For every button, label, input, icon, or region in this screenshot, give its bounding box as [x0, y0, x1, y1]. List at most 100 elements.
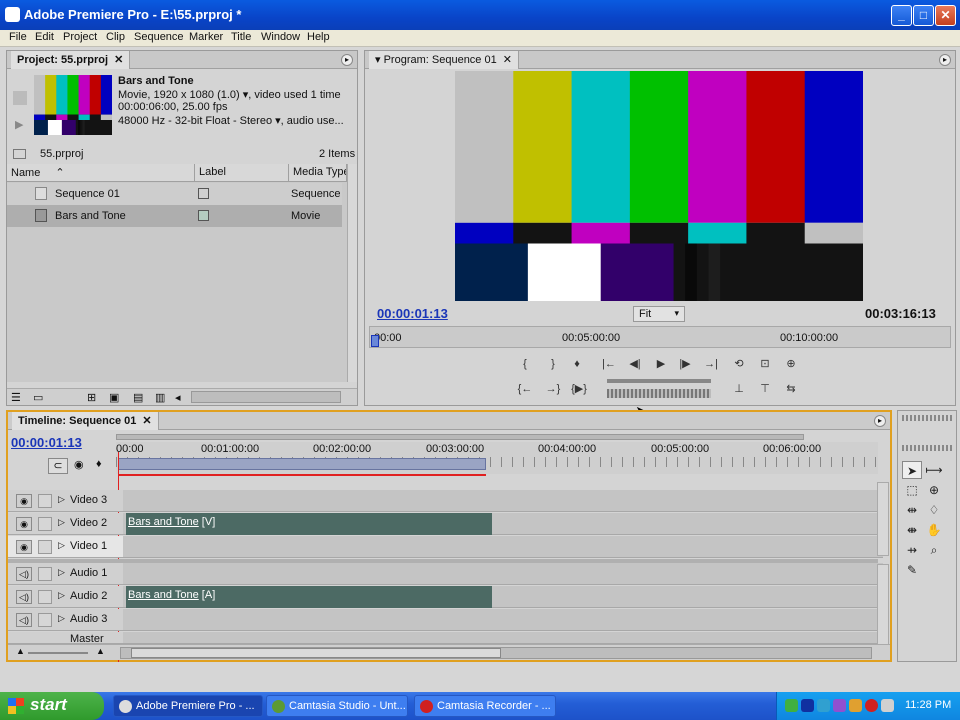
panel-menu-icon[interactable]: ▸ [939, 54, 951, 66]
snap-icon[interactable]: ⊂ [48, 458, 68, 474]
track-header-video3[interactable]: ◉ ▷ Video 3 [8, 490, 123, 512]
video-clip[interactable]: Bars and Tone [V] [126, 513, 492, 535]
maximize-button[interactable]: □ [913, 5, 934, 26]
tray-icon-speaker[interactable] [817, 699, 830, 712]
zoom-in-icon[interactable]: ▲ [96, 646, 105, 656]
lift-icon[interactable]: ⊥ [729, 380, 749, 398]
fit-select[interactable]: Fit ▾ [633, 306, 685, 322]
start-button[interactable]: start [0, 692, 104, 720]
timeline-horizontal-scrollbar[interactable] [120, 647, 872, 659]
lane-master[interactable] [123, 632, 883, 644]
col-name[interactable]: Name ⌃ [7, 164, 195, 182]
tray-icon-network[interactable] [833, 699, 846, 712]
output-icon[interactable]: ⊕ [781, 355, 801, 373]
extract-icon[interactable]: ⊤ [755, 380, 775, 398]
expand-icon[interactable]: ▷ [58, 517, 65, 528]
tray-icon-recorder[interactable] [865, 699, 878, 712]
step-forward-icon[interactable]: |▶ [675, 355, 695, 373]
jog-wheel[interactable] [607, 389, 711, 398]
task-camtasia-recorder[interactable]: Camtasia Recorder - ... [414, 695, 556, 717]
panel-menu-icon[interactable]: ▸ [341, 54, 353, 66]
new-item-icon[interactable]: ▥ [155, 391, 165, 404]
razor-icon[interactable]: ♢ [924, 501, 944, 519]
menu-marker[interactable]: Marker [189, 31, 223, 43]
audio-scrollbar[interactable] [877, 564, 889, 646]
zoom-out-icon[interactable]: ▲ [16, 646, 25, 656]
expand-icon[interactable]: ▷ [58, 613, 65, 624]
eye-icon[interactable]: ◉ [16, 494, 32, 508]
panel-menu-icon[interactable]: ▸ [874, 415, 886, 427]
program-tab[interactable]: ▾ Program: Sequence 01 ✕ [369, 51, 519, 69]
rate-stretch-icon[interactable]: ⇹ [902, 501, 922, 519]
menu-sequence[interactable]: Sequence [134, 31, 184, 43]
delete-icon[interactable]: ◂ [175, 391, 181, 404]
go-to-next-edit-icon[interactable]: →} [543, 380, 563, 398]
automate-icon[interactable]: ⊞ [87, 391, 96, 404]
audio-clip[interactable]: Bars and Tone [A] [126, 586, 492, 608]
col-media-type[interactable]: Media Type [289, 164, 347, 182]
col-label[interactable]: Label [195, 164, 289, 182]
expand-icon[interactable]: ▷ [58, 567, 65, 578]
track-header-audio1[interactable]: ◁) ▷ Audio 1 [8, 563, 123, 585]
marker-icon[interactable]: ♦ [567, 355, 587, 373]
timeline-ruler[interactable]: 00:00 00:01:00:00 00:02:00:00 00:03:00:0… [116, 442, 878, 476]
step-back-icon[interactable]: ◀| [625, 355, 645, 373]
pen-icon[interactable]: ✎ [902, 561, 922, 579]
zoom-icon[interactable]: ⌕ [924, 541, 944, 559]
lock-toggle[interactable] [38, 613, 52, 627]
zoom-slider[interactable] [28, 652, 88, 654]
program-ruler[interactable]: 00:00 00:05:00:00 00:10:00:00 [369, 326, 951, 348]
lock-toggle[interactable] [38, 567, 52, 581]
viewing-area-bar[interactable] [116, 434, 804, 440]
playhead[interactable] [371, 335, 379, 347]
icon-view-icon[interactable]: ▭ [33, 391, 43, 404]
lane-audio1[interactable] [123, 563, 883, 585]
rolling-edit-icon[interactable]: ⊕ [924, 481, 944, 499]
speaker-icon[interactable]: ◁) [16, 590, 32, 604]
label-swatch[interactable] [198, 210, 209, 221]
list-view-icon[interactable]: ☰ [11, 391, 21, 404]
tray-icon-media[interactable] [801, 699, 814, 712]
poster-frame-icon[interactable] [13, 91, 27, 105]
lane-audio3[interactable] [123, 609, 883, 631]
ripple-edit-icon[interactable]: ⬚ [902, 481, 922, 499]
play-icon[interactable]: ▶ [651, 355, 671, 373]
task-premiere[interactable]: Adobe Premiere Pro - ... [113, 695, 263, 717]
safe-margins-icon[interactable]: ⊡ [755, 355, 775, 373]
program-timecode[interactable]: 00:00:01:13 [377, 306, 448, 321]
timeline-tab[interactable]: Timeline: Sequence 01 ✕ [12, 412, 159, 430]
timeline-timecode[interactable]: 00:00:01:13 [11, 435, 82, 450]
trim-icon[interactable]: ⇆ [781, 380, 801, 398]
eye-icon[interactable]: ◉ [16, 517, 32, 531]
menu-project[interactable]: Project [63, 31, 97, 43]
selection-tool-icon[interactable]: ➤ [902, 461, 922, 479]
track-header-audio2[interactable]: ◁) ▷ Audio 2 [8, 586, 123, 608]
menu-edit[interactable]: Edit [35, 31, 54, 43]
speaker-icon[interactable]: ◁) [16, 567, 32, 581]
tray-icon-green[interactable] [785, 699, 798, 712]
lock-toggle[interactable] [38, 590, 52, 604]
minimize-button[interactable]: _ [891, 5, 912, 26]
menu-title[interactable]: Title [231, 31, 251, 43]
menu-file[interactable]: File [9, 31, 27, 43]
new-bin-icon[interactable]: ▤ [133, 391, 143, 404]
close-button[interactable]: ✕ [935, 5, 956, 26]
lock-toggle[interactable] [38, 540, 52, 554]
label-swatch[interactable] [198, 188, 209, 199]
eye-icon[interactable]: ◉ [16, 540, 32, 554]
work-area-bar[interactable] [118, 458, 486, 470]
expand-icon[interactable]: ▷ [58, 494, 65, 505]
slide-icon[interactable]: ⇸ [902, 541, 922, 559]
find-icon[interactable]: ▣ [109, 391, 119, 404]
tray-icon-monitor[interactable] [881, 699, 894, 712]
lane-video3[interactable] [123, 490, 883, 512]
close-tab-icon[interactable]: ✕ [142, 415, 151, 427]
video-scrollbar[interactable] [877, 482, 889, 556]
lock-toggle[interactable] [38, 494, 52, 508]
go-to-prev-edit-icon[interactable]: {← [515, 380, 535, 398]
go-to-in-icon[interactable]: |← [599, 355, 619, 373]
hand-icon[interactable]: ✋ [924, 521, 944, 539]
track-select-icon[interactable]: ⟼ [924, 461, 944, 479]
go-to-out-icon[interactable]: →| [701, 355, 721, 373]
list-item[interactable]: Bars and Tone Movie [7, 205, 342, 227]
